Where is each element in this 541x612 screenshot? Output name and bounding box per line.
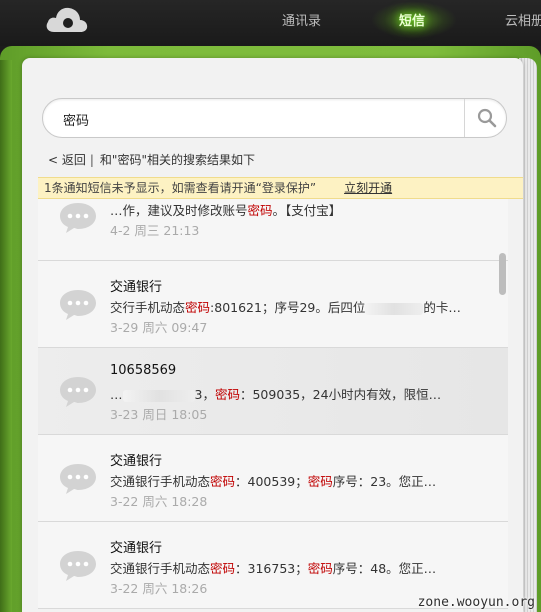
cover-spine bbox=[0, 60, 12, 612]
top-bar: 通讯录 短信 云相册 bbox=[0, 0, 541, 46]
message-preview: 交行手机动态密码:801621；序号29。后四位 的卡… bbox=[110, 300, 461, 315]
search-button[interactable] bbox=[467, 99, 507, 137]
message-date: 3-29 周六 09:47 bbox=[110, 320, 208, 335]
keyword-highlight: 密码 bbox=[185, 300, 211, 315]
tab-contacts[interactable]: 通讯录 bbox=[282, 10, 321, 29]
search-divider bbox=[464, 99, 465, 137]
list-item[interactable]: 交通银行 交行手机动态密码:801621；序号29。后四位 的卡… 3-29 周六… bbox=[38, 261, 508, 348]
breadcrumb: < 返回 | 和"密码"相关的搜索结果如下 bbox=[48, 151, 255, 168]
message-preview: … 3，密码：509035，24小时内有效，限恒… bbox=[110, 387, 442, 402]
chat-bubble-icon bbox=[60, 290, 96, 320]
message-sender: 10658569 bbox=[110, 363, 177, 378]
message-preview: 交通银行手机动态密码：316753；密码序号：48。您正… bbox=[110, 561, 437, 576]
search-input[interactable] bbox=[63, 108, 443, 130]
message-preview: …作，建议及时修改账号密码。【支付宝】 bbox=[110, 203, 342, 218]
list-item[interactable]: …作，建议及时修改账号密码。【支付宝】 4-2 周三 21:13 bbox=[38, 199, 508, 261]
list-item[interactable]: 10658569 … 3，密码：509035，24小时内有效，限恒… 3-23 周… bbox=[38, 348, 508, 435]
chat-bubble-icon bbox=[60, 551, 96, 581]
breadcrumb-separator: | bbox=[89, 153, 94, 167]
keyword-highlight: 密码 bbox=[247, 203, 273, 218]
chat-bubble-icon bbox=[60, 203, 96, 233]
message-date: 3-22 周六 18:28 bbox=[110, 494, 208, 509]
list-item[interactable]: 交通银行 交通银行手机动态密码：400539；密码序号：23。您正… 3-22 … bbox=[38, 435, 508, 522]
enable-protection-link[interactable]: 立刻开通 bbox=[344, 181, 392, 195]
search-icon bbox=[477, 108, 497, 128]
search-bar bbox=[42, 98, 507, 138]
back-link[interactable]: < 返回 bbox=[48, 153, 86, 167]
notice-text: 1条通知短信未予显示，如需查看请开通“登录保护” bbox=[44, 181, 317, 195]
sms-panel: < 返回| 和"密码"相关的搜索结果如下 1条通知短信未予显示，如需查看请开通“登… bbox=[22, 58, 523, 612]
message-date: 3-23 周日 18:05 bbox=[110, 407, 208, 422]
tab-cloud-album[interactable]: 云相册 bbox=[505, 10, 541, 29]
watermark: zone.wooyun.org bbox=[417, 595, 535, 610]
message-sender: 交通银行 bbox=[110, 454, 163, 469]
message-date: 4-2 周三 21:13 bbox=[110, 223, 200, 238]
scrollbar-thumb[interactable] bbox=[499, 253, 506, 295]
cloud-logo-icon[interactable] bbox=[44, 4, 90, 34]
message-sender: 交通银行 bbox=[110, 541, 163, 556]
chat-bubble-icon bbox=[60, 377, 96, 407]
chat-bubble-icon bbox=[60, 464, 96, 494]
redacted-text bbox=[122, 389, 195, 402]
message-sender: 交通银行 bbox=[110, 280, 163, 295]
keyword-highlight: 密码 bbox=[214, 387, 240, 402]
tab-sms[interactable]: 短信 bbox=[399, 10, 425, 29]
notice-banner: 1条通知短信未予显示，如需查看请开通“登录保护” 立刻开通 bbox=[38, 177, 523, 199]
keyword-highlight: 密码 bbox=[307, 474, 333, 489]
keyword-highlight: 密码 bbox=[307, 561, 333, 576]
message-preview: 交通银行手机动态密码：400539；密码序号：23。您正… bbox=[110, 474, 437, 489]
search-result-summary: 和"密码"相关的搜索结果如下 bbox=[99, 153, 255, 167]
redacted-text bbox=[365, 302, 424, 315]
keyword-highlight: 密码 bbox=[210, 474, 236, 489]
keyword-highlight: 密码 bbox=[210, 561, 236, 576]
message-date: 3-22 周六 18:26 bbox=[110, 581, 208, 596]
message-list: …作，建议及时修改账号密码。【支付宝】 4-2 周三 21:13 交通银行 交行… bbox=[38, 199, 508, 612]
